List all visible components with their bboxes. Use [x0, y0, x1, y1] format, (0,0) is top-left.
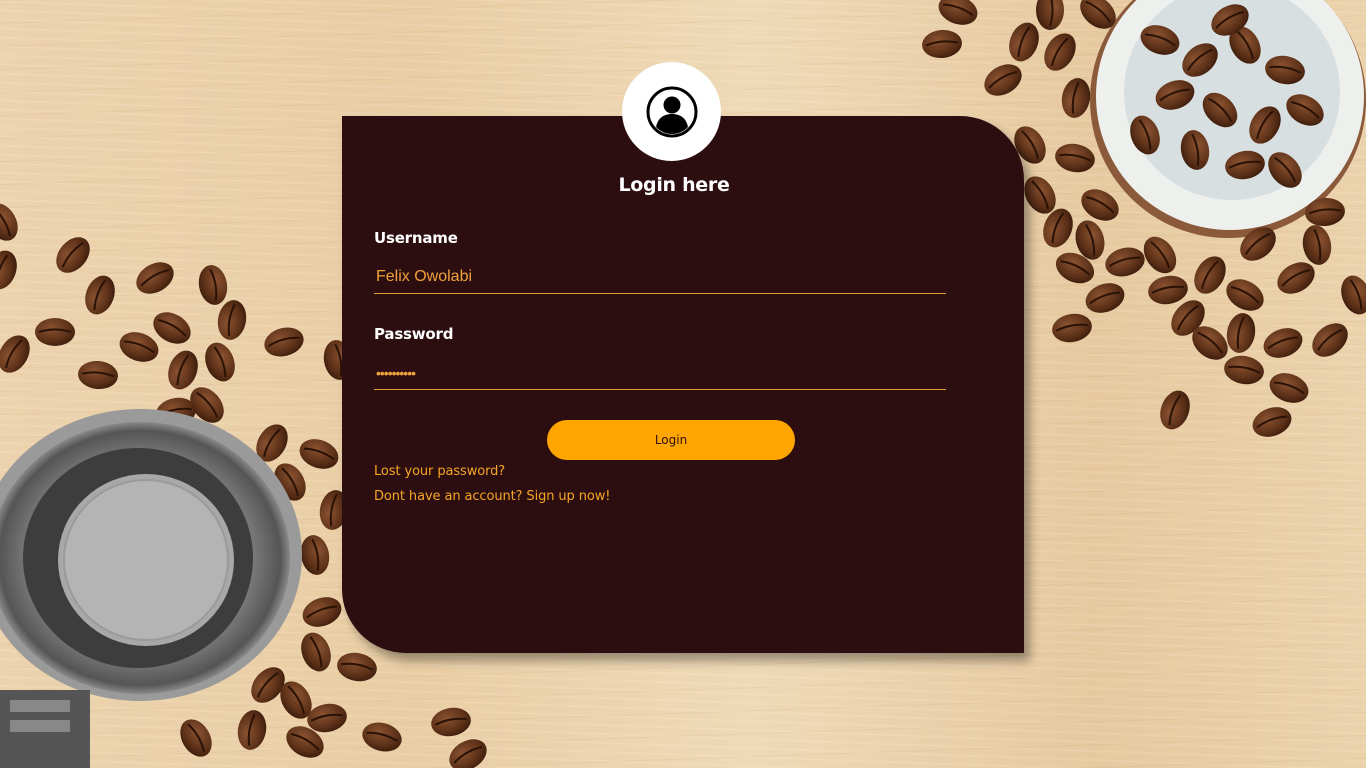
avatar: [622, 62, 721, 161]
username-label: Username: [374, 229, 458, 247]
login-button[interactable]: Login: [547, 420, 795, 460]
user-circle-icon: [646, 86, 697, 137]
username-input[interactable]: [374, 260, 946, 294]
login-title: Login here: [618, 174, 730, 196]
login-card: Login here Username Password Login Lost …: [342, 116, 1024, 653]
signup-link[interactable]: Dont have an account? Sign up now!: [374, 489, 610, 504]
password-label: Password: [374, 325, 454, 343]
lost-password-link[interactable]: Lost your password?: [374, 464, 505, 479]
password-input[interactable]: [374, 356, 946, 390]
